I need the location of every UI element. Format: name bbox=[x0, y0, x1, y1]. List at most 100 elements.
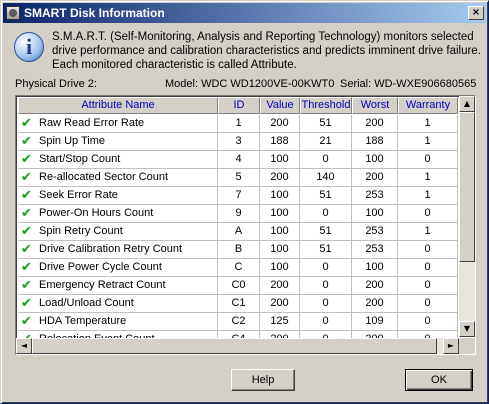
table-row[interactable]: ✔ Emergency Retract Count C0 200 0 200 0 bbox=[18, 277, 458, 295]
table-row[interactable]: ✔ Power-On Hours Count 9 100 0 100 0 bbox=[18, 205, 458, 223]
drive-model: Model: WDC WD1200VE-00KWT0 bbox=[165, 78, 335, 90]
list-header: Attribute Name ID Value Threshold Worst … bbox=[18, 97, 458, 114]
attribute-value-cell: 100 bbox=[260, 241, 300, 259]
column-header-threshold[interactable]: Threshold bbox=[300, 97, 352, 114]
attribute-threshold-cell: 0 bbox=[300, 205, 352, 223]
attribute-value-cell: 125 bbox=[260, 313, 300, 331]
attribute-worst-cell: 253 bbox=[352, 223, 398, 241]
attribute-value-cell: 200 bbox=[260, 295, 300, 313]
attribute-warranty-cell: 1 bbox=[398, 169, 458, 187]
attribute-list[interactable]: Attribute Name ID Value Threshold Worst … bbox=[15, 95, 476, 355]
table-row[interactable]: ✔ HDA Temperature C2 125 0 109 0 bbox=[18, 313, 458, 331]
attribute-threshold-cell: 51 bbox=[300, 115, 352, 133]
attribute-warranty-cell: 0 bbox=[398, 313, 458, 331]
attribute-name-text: HDA Temperature bbox=[39, 315, 127, 327]
check-icon: ✔ bbox=[21, 115, 32, 131]
attribute-worst-cell: 200 bbox=[352, 115, 398, 133]
attribute-warranty-cell: 1 bbox=[398, 115, 458, 133]
drive-info: Physical Drive 2: Model: WDC WD1200VE-00… bbox=[15, 78, 483, 92]
smart-dialog: SMART Disk Information × i S.M.A.R.T. (S… bbox=[0, 0, 489, 404]
attribute-name-text: Spin Retry Count bbox=[39, 225, 123, 237]
attribute-value-cell: 200 bbox=[260, 277, 300, 295]
column-header-warranty[interactable]: Warranty bbox=[398, 97, 458, 114]
attribute-worst-cell: 253 bbox=[352, 241, 398, 259]
attribute-id-cell: C2 bbox=[218, 313, 260, 331]
scroll-left-button[interactable]: ◄ bbox=[16, 338, 32, 354]
attribute-name-text: Drive Power Cycle Count bbox=[39, 261, 162, 273]
table-row[interactable]: ✔ Drive Power Cycle Count C 100 0 100 0 bbox=[18, 259, 458, 277]
attribute-value-cell: 188 bbox=[260, 133, 300, 151]
vertical-scrollbar[interactable]: ▲ ▼ bbox=[459, 96, 475, 337]
attribute-warranty-cell: 0 bbox=[398, 241, 458, 259]
attribute-id-cell: A bbox=[218, 223, 260, 241]
attribute-name-text: Spin Up Time bbox=[39, 135, 106, 147]
table-row[interactable]: ✔ Seek Error Rate 7 100 51 253 1 bbox=[18, 187, 458, 205]
attribute-threshold-cell: 0 bbox=[300, 313, 352, 331]
table-row[interactable]: ✔ Drive Calibration Retry Count B 100 51 253 0 bbox=[18, 241, 458, 259]
help-button[interactable]: Help bbox=[231, 369, 295, 391]
table-row[interactable]: ✔ Load/Unload Count C1 200 0 200 0 bbox=[18, 295, 458, 313]
attribute-id-cell: 9 bbox=[218, 205, 260, 223]
attribute-name-cell: ✔ Emergency Retract Count bbox=[18, 277, 218, 295]
attribute-name-cell: ✔ HDA Temperature bbox=[18, 313, 218, 331]
attribute-threshold-cell: 0 bbox=[300, 259, 352, 277]
column-header-worst[interactable]: Worst bbox=[352, 97, 398, 114]
attribute-id-cell: B bbox=[218, 241, 260, 259]
attribute-warranty-cell: 0 bbox=[398, 295, 458, 313]
table-row[interactable]: ✔ Re-allocated Sector Count 5 200 140 200 1 bbox=[18, 169, 458, 187]
column-header-attribute-name[interactable]: Attribute Name bbox=[18, 97, 218, 114]
attribute-worst-cell: 109 bbox=[352, 313, 398, 331]
check-icon: ✔ bbox=[21, 313, 32, 329]
check-icon: ✔ bbox=[21, 187, 32, 203]
attribute-threshold-cell: 21 bbox=[300, 133, 352, 151]
scroll-up-button[interactable]: ▲ bbox=[459, 96, 475, 112]
attribute-value-cell: 100 bbox=[260, 259, 300, 277]
attribute-worst-cell: 100 bbox=[352, 151, 398, 169]
attribute-warranty-cell: 1 bbox=[398, 133, 458, 151]
scroll-down-button[interactable]: ▼ bbox=[459, 321, 475, 337]
attribute-id-cell: C bbox=[218, 259, 260, 277]
attribute-warranty-cell: 0 bbox=[398, 259, 458, 277]
attribute-worst-cell: 200 bbox=[352, 277, 398, 295]
close-button[interactable]: × bbox=[468, 6, 484, 20]
attribute-warranty-cell: 1 bbox=[398, 187, 458, 205]
attribute-id-cell: 1 bbox=[218, 115, 260, 133]
attribute-threshold-cell: 51 bbox=[300, 223, 352, 241]
table-row[interactable]: ✔ Start/Stop Count 4 100 0 100 0 bbox=[18, 151, 458, 169]
table-row[interactable]: ✔ Spin Retry Count A 100 51 253 1 bbox=[18, 223, 458, 241]
info-icon: i bbox=[14, 32, 44, 62]
ok-button[interactable]: OK bbox=[405, 369, 473, 391]
attribute-name-text: Start/Stop Count bbox=[39, 153, 121, 165]
attribute-value-cell: 100 bbox=[260, 223, 300, 241]
attribute-rows: ✔ Raw Read Error Rate 1 200 51 200 1 ✔ Spin Up T… bbox=[18, 115, 458, 349]
disk-icon bbox=[6, 6, 20, 20]
attribute-threshold-cell: 0 bbox=[300, 295, 352, 313]
drive-serial: Serial: WD-WXE906680565 bbox=[340, 78, 477, 90]
vertical-scroll-thumb[interactable] bbox=[459, 112, 475, 262]
horizontal-scroll-thumb[interactable] bbox=[32, 338, 437, 354]
table-row[interactable]: ✔ Raw Read Error Rate 1 200 51 200 1 bbox=[18, 115, 458, 133]
attribute-warranty-cell: 0 bbox=[398, 277, 458, 295]
check-icon: ✔ bbox=[21, 277, 32, 293]
attribute-warranty-cell: 0 bbox=[398, 205, 458, 223]
attribute-name-cell: ✔ Re-allocated Sector Count bbox=[18, 169, 218, 187]
attribute-id-cell: 7 bbox=[218, 187, 260, 205]
check-icon: ✔ bbox=[21, 295, 32, 311]
attribute-name-text: Emergency Retract Count bbox=[39, 279, 166, 291]
attribute-threshold-cell: 0 bbox=[300, 277, 352, 295]
attribute-value-cell: 200 bbox=[260, 169, 300, 187]
attribute-worst-cell: 100 bbox=[352, 205, 398, 223]
attribute-name-text: Seek Error Rate bbox=[39, 189, 118, 201]
scroll-right-button[interactable]: ► bbox=[443, 338, 459, 354]
attribute-worst-cell: 188 bbox=[352, 133, 398, 151]
column-header-id[interactable]: ID bbox=[218, 97, 260, 114]
horizontal-scrollbar[interactable]: ◄ ► bbox=[16, 338, 459, 354]
table-row[interactable]: ✔ Spin Up Time 3 188 21 188 1 bbox=[18, 133, 458, 151]
title-bar[interactable]: SMART Disk Information × bbox=[3, 3, 486, 23]
check-icon: ✔ bbox=[21, 169, 32, 185]
description-text: S.M.A.R.T. (Self-Monitoring, Analysis an… bbox=[52, 31, 481, 71]
column-header-value[interactable]: Value bbox=[260, 97, 300, 114]
attribute-warranty-cell: 0 bbox=[398, 151, 458, 169]
attribute-warranty-cell: 1 bbox=[398, 223, 458, 241]
attribute-threshold-cell: 51 bbox=[300, 187, 352, 205]
